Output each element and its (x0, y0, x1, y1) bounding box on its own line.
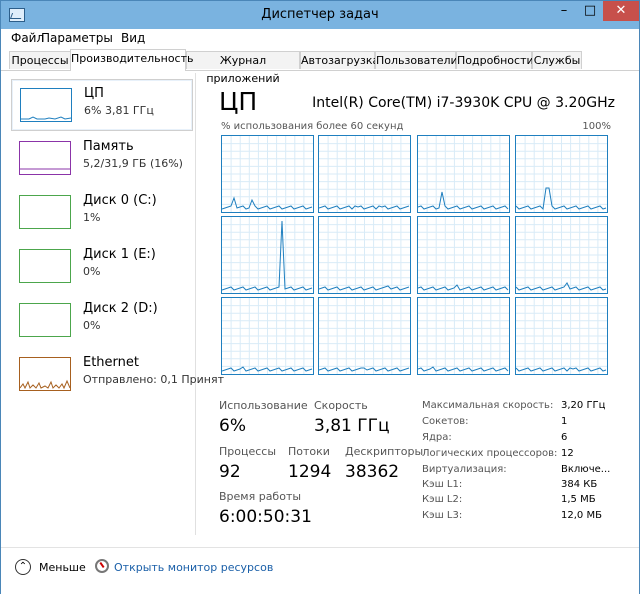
core-graph (417, 135, 510, 213)
ethernet-thumbnail-graph (19, 357, 71, 391)
speed-value: 3,81 ГГц (314, 416, 390, 436)
sidebar-label: Диск 1 (E:) (83, 247, 156, 262)
threads-value: 1294 (288, 462, 332, 482)
core-graph (221, 297, 314, 375)
task-manager-window: Диспетчер задач – □ ✕ Файл Параметры Вид… (0, 0, 640, 594)
disk1-thumbnail-graph (19, 249, 71, 283)
uptime-value: 6:00:50:31 (219, 507, 312, 527)
menu-view[interactable]: Вид (121, 31, 145, 45)
info-label: Виртуализация: (422, 464, 507, 475)
resource-monitor-icon (95, 559, 109, 573)
usage-label: Использование (219, 399, 308, 412)
tab-performance[interactable]: Производительность (70, 49, 194, 71)
sidebar-sublabel: 1% (83, 211, 101, 224)
sidebar-sublabel: 0% (83, 265, 101, 278)
core-graph (318, 135, 411, 213)
sidebar-item-disk2[interactable]: Диск 2 (D:) 0% (11, 295, 193, 347)
info-value: 1,5 МБ (561, 494, 596, 505)
memory-thumbnail-graph (19, 141, 71, 175)
tab-bar: Процессы Производительность Журнал прило… (1, 49, 639, 85)
uptime-label: Время работы (219, 490, 302, 503)
tab-processes[interactable]: Процессы (9, 51, 71, 69)
maximize-button[interactable]: □ (577, 1, 603, 21)
info-value: Включе... (561, 464, 611, 475)
core-graph (318, 297, 411, 375)
sidebar-label: Диск 2 (D:) (83, 301, 158, 316)
cpu-thumbnail-graph (20, 88, 72, 122)
cpu-detail-panel: ЦП Intel(R) Core(TM) i7-3930K CPU @ 3.20… (211, 73, 631, 541)
fewer-details-button[interactable]: Меньше (39, 561, 86, 574)
sidebar-sublabel: Отправлено: 0,1 Принят (83, 373, 224, 386)
core-graph (515, 216, 608, 294)
sidebar-label: Диск 0 (C:) (83, 193, 157, 208)
menu-file[interactable]: Файл (11, 31, 44, 45)
menu-bar: Файл Параметры Вид (1, 29, 639, 49)
processes-label: Процессы (219, 445, 277, 458)
info-label: Кэш L1: (422, 479, 463, 490)
info-value: 6 (561, 432, 568, 443)
minimize-button[interactable]: – (551, 1, 577, 21)
sidebar-item-memory[interactable]: Память 5,2/31,9 ГБ (16%) (11, 133, 193, 185)
sidebar-sublabel: 0% (83, 319, 101, 332)
title-bar[interactable]: Диспетчер задач – □ ✕ (1, 1, 639, 29)
info-value: 1 (561, 416, 568, 427)
core-graph (417, 216, 510, 294)
info-value: 12 (561, 448, 574, 459)
info-label: Кэш L2: (422, 494, 463, 505)
disk2-thumbnail-graph (19, 303, 71, 337)
menu-options[interactable]: Параметры (41, 31, 113, 45)
close-button[interactable]: ✕ (603, 1, 639, 21)
open-resource-monitor-link[interactable]: Открыть монитор ресурсов (114, 561, 273, 574)
speed-label: Скорость (314, 399, 368, 412)
sidebar-label: ЦП (84, 86, 104, 101)
usage-value: 6% (219, 416, 246, 436)
tab-app-history[interactable]: Журнал приложений (186, 51, 300, 85)
handles-value: 38362 (345, 462, 400, 482)
tab-users[interactable]: Пользователи (375, 51, 458, 69)
window-title: Диспетчер задач (261, 7, 379, 22)
sidebar-item-disk1[interactable]: Диск 1 (E:) 0% (11, 241, 193, 293)
footer-bar: ⌃ Меньше Открыть монитор ресурсов (1, 547, 639, 594)
sidebar-label: Память (83, 139, 134, 154)
chevron-up-icon[interactable]: ⌃ (15, 559, 31, 575)
core-graph (515, 135, 608, 213)
sidebar-label: Ethernet (83, 355, 139, 370)
sidebar-sublabel: 6% 3,81 ГГц (84, 104, 154, 117)
resource-sidebar: ЦП 6% 3,81 ГГц Память 5,2/31,9 ГБ (16%) … (9, 73, 224, 535)
graph-max-label: 100% (582, 121, 611, 132)
tab-details[interactable]: Подробности (456, 51, 534, 69)
sidebar-item-cpu[interactable]: ЦП 6% 3,81 ГГц (11, 79, 193, 131)
info-label: Ядра: (422, 432, 452, 443)
disk0-thumbnail-graph (19, 195, 71, 229)
core-graph (221, 135, 314, 213)
info-label: Максимальная скорость: (422, 400, 554, 411)
handles-label: Дескрипторы (345, 445, 424, 458)
info-value: 384 КБ (561, 479, 598, 490)
cpu-model-name: Intel(R) Core(TM) i7-3930K CPU @ 3.20GHz (312, 95, 615, 111)
core-graph (515, 297, 608, 375)
info-value: 12,0 МБ (561, 510, 602, 521)
info-label: Кэш L3: (422, 510, 463, 521)
graph-caption: % использования более 60 секунд (221, 121, 404, 132)
sidebar-item-disk0[interactable]: Диск 0 (C:) 1% (11, 187, 193, 239)
core-graph (318, 216, 411, 294)
core-graph (221, 216, 314, 294)
page-title: ЦП (219, 87, 258, 116)
sidebar-item-ethernet[interactable]: Ethernet Отправлено: 0,1 Принят (11, 349, 224, 401)
info-label: Логических процессоров: (422, 448, 558, 459)
info-value: 3,20 ГГц (561, 400, 606, 411)
tab-services[interactable]: Службы (532, 51, 582, 69)
sidebar-sublabel: 5,2/31,9 ГБ (16%) (83, 157, 183, 170)
threads-label: Потоки (288, 445, 330, 458)
core-graph (417, 297, 510, 375)
tab-startup[interactable]: Автозагрузка (300, 51, 379, 69)
processes-value: 92 (219, 462, 241, 482)
info-label: Сокетов: (422, 416, 469, 427)
